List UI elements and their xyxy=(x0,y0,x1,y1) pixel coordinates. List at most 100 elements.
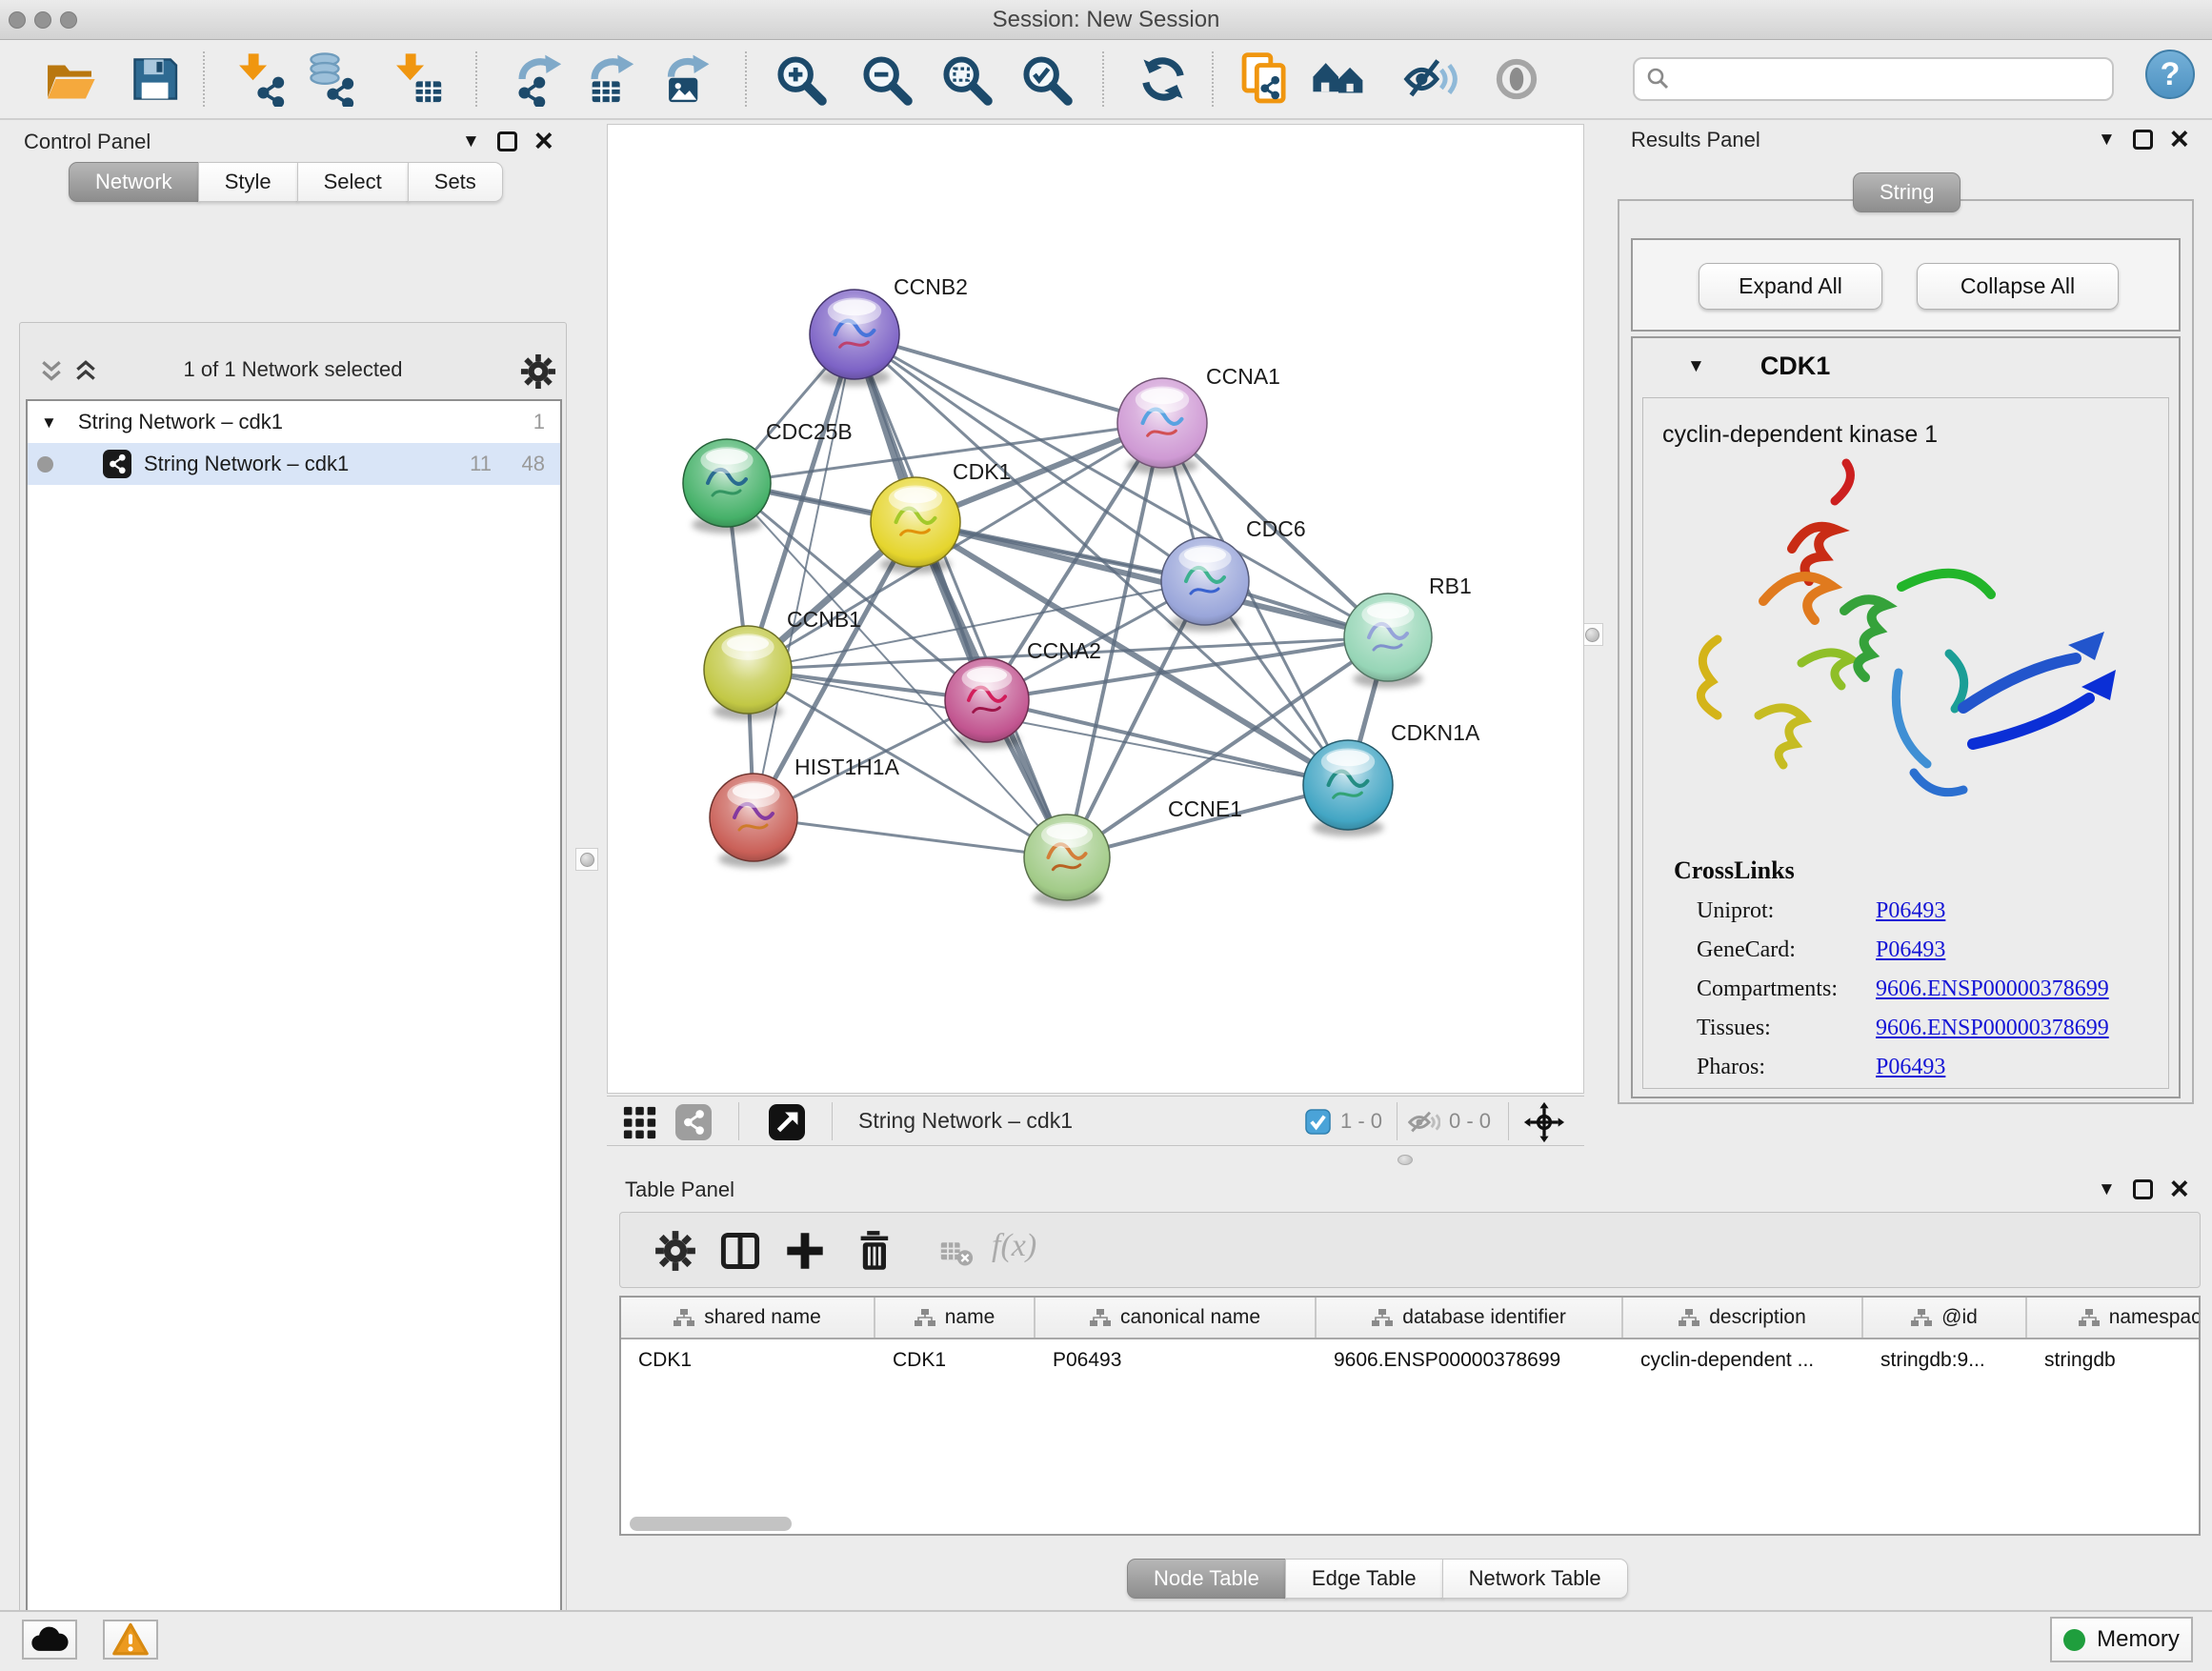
tab-style[interactable]: Style xyxy=(198,162,298,202)
delete-column-icon[interactable] xyxy=(855,1230,896,1272)
gene-section-expander-icon[interactable]: ▼ xyxy=(1687,357,1705,375)
export-network-icon[interactable] xyxy=(511,51,566,107)
hide-unhide-icon[interactable] xyxy=(1403,51,1458,107)
delete-table-icon[interactable] xyxy=(939,1236,974,1270)
control-panel-close-icon[interactable]: × xyxy=(534,130,553,152)
collapse-all-button[interactable]: Collapse All xyxy=(1917,263,2119,310)
crosslink-value-link[interactable]: P06493 xyxy=(1876,937,1945,963)
refresh-layout-icon[interactable] xyxy=(1136,51,1191,107)
node-label-CDK1: CDK1 xyxy=(953,459,1011,484)
results-panel-maximize-icon[interactable] xyxy=(2133,130,2153,150)
memory-status-dot xyxy=(2063,1629,2085,1651)
clone-network-icon[interactable] xyxy=(1238,51,1294,107)
crosslink-row: Compartments:9606.ENSP00000378699 xyxy=(1697,976,2168,1002)
selected-nodes-checkbox-icon[interactable] xyxy=(1305,1109,1331,1135)
toolbar-separator xyxy=(1508,1102,1509,1140)
node-label-CCNE1: CCNE1 xyxy=(1168,796,1242,821)
toolbar-separator xyxy=(475,51,477,107)
tab-network[interactable]: Network xyxy=(69,162,199,202)
node-label-RB1: RB1 xyxy=(1429,574,1472,598)
network-collection-row[interactable]: ▼ String Network – cdk1 1 xyxy=(28,401,560,443)
results-panel-close-icon[interactable]: × xyxy=(2170,128,2189,151)
network-row-selected[interactable]: String Network – cdk1 11 48 xyxy=(28,443,560,485)
open-in-window-icon[interactable] xyxy=(769,1104,805,1140)
table-horizontal-scrollbar[interactable] xyxy=(630,1517,792,1531)
control-panel-maximize-icon[interactable] xyxy=(497,131,517,151)
network-label: String Network – cdk1 xyxy=(144,452,349,476)
column-header-database-identifier[interactable]: database identifier xyxy=(1317,1298,1623,1338)
table-row[interactable]: CDK1CDK1P064939606.ENSP00000378699cyclin… xyxy=(621,1339,2199,1381)
help-button[interactable]: ? xyxy=(2145,50,2195,99)
table-options-gear-icon[interactable] xyxy=(654,1230,696,1272)
pan-mode-crosshair-icon[interactable] xyxy=(1523,1101,1565,1143)
hidden-elements-eye-icon[interactable] xyxy=(1408,1108,1440,1137)
column-header--id[interactable]: @id xyxy=(1863,1298,2027,1338)
gene-section-header[interactable]: ▼ CDK1 xyxy=(1633,338,2179,393)
table-cell: CDK1 xyxy=(875,1339,1036,1381)
toolbar-separator xyxy=(832,1102,833,1140)
table-panel-maximize-icon[interactable] xyxy=(2133,1179,2153,1199)
table-panel-float-icon[interactable]: ▼ xyxy=(2098,1180,2116,1198)
node-label-CCNA1: CCNA1 xyxy=(1206,364,1280,389)
import-table-icon[interactable] xyxy=(391,51,446,107)
network-edge-CCNA2-CDKN1A[interactable] xyxy=(987,700,1348,785)
search-input[interactable] xyxy=(1671,67,2081,91)
cloud-status-button[interactable] xyxy=(22,1620,77,1660)
crosslinks-title: CrossLinks xyxy=(1674,856,2168,885)
expand-all-button[interactable]: Expand All xyxy=(1699,263,1882,310)
results-panel-float-icon[interactable]: ▼ xyxy=(2098,131,2116,149)
network-edge-CDK1-RB1[interactable] xyxy=(915,522,1388,637)
tab-network-table[interactable]: Network Table xyxy=(1442,1559,1628,1599)
open-session-icon[interactable] xyxy=(42,51,97,107)
zoom-out-icon[interactable] xyxy=(858,51,914,107)
search-field[interactable] xyxy=(1633,57,2114,101)
horizontal-splitter-handle[interactable] xyxy=(1398,1155,1413,1165)
tab-node-table[interactable]: Node Table xyxy=(1127,1559,1286,1599)
show-graphics-icon[interactable] xyxy=(1489,51,1544,107)
warning-status-button[interactable] xyxy=(103,1620,158,1660)
export-image-icon[interactable] xyxy=(657,51,713,107)
column-header-shared-name[interactable]: shared name xyxy=(621,1298,875,1338)
home-networks-icon[interactable] xyxy=(1311,51,1366,107)
crosslink-value-link[interactable]: 9606.ENSP00000378699 xyxy=(1876,976,2109,1002)
window-title: Session: New Session xyxy=(0,7,2212,33)
crosslink-value-link[interactable]: P06493 xyxy=(1876,1055,1945,1080)
control-panel-tabs: NetworkStyleSelectSets xyxy=(70,162,503,202)
tab-edge-table[interactable]: Edge Table xyxy=(1285,1559,1443,1599)
node-label-CDC6: CDC6 xyxy=(1246,516,1306,541)
network-canvas[interactable]: CCNB2CCNA1CDC25BCDK1CDC6RB1CCNB1CCNA2CDK… xyxy=(607,124,1584,1094)
import-network-database-icon[interactable] xyxy=(303,51,358,107)
control-panel-float-icon[interactable]: ▼ xyxy=(462,132,480,151)
tab-sets[interactable]: Sets xyxy=(408,162,503,202)
crosslink-value-link[interactable]: 9606.ENSP00000378699 xyxy=(1876,1016,2109,1041)
memory-button[interactable]: Memory xyxy=(2050,1617,2193,1662)
left-splitter-handle[interactable] xyxy=(575,848,598,871)
tree-expander-icon[interactable]: ▼ xyxy=(41,413,57,432)
column-header-description[interactable]: description xyxy=(1623,1298,1863,1338)
crosslink-value-link[interactable]: P06493 xyxy=(1876,898,1945,924)
column-type-icon xyxy=(915,1308,935,1327)
tab-string[interactable]: String xyxy=(1853,172,1961,212)
network-share-view-icon[interactable] xyxy=(675,1104,712,1140)
tab-select[interactable]: Select xyxy=(297,162,409,202)
column-header-namespace[interactable]: namespace xyxy=(2027,1298,2201,1338)
zoom-selected-icon[interactable] xyxy=(1018,51,1074,107)
network-edge-HIST1H1A-CCNE1[interactable] xyxy=(754,817,1067,857)
column-header-canonical-name[interactable]: canonical name xyxy=(1036,1298,1317,1338)
table-cell: 9606.ENSP00000378699 xyxy=(1317,1339,1623,1381)
import-network-file-icon[interactable] xyxy=(233,51,289,107)
add-column-icon[interactable] xyxy=(784,1230,826,1272)
results-gene-section: ▼ CDK1 cyclin-dependent kinase 1 xyxy=(1631,336,2181,1098)
export-table-icon[interactable] xyxy=(583,51,638,107)
zoom-fit-icon[interactable] xyxy=(938,51,994,107)
cloud-icon xyxy=(30,1625,69,1654)
zoom-in-icon[interactable] xyxy=(773,51,828,107)
table-panel-close-icon[interactable]: × xyxy=(2170,1178,2189,1200)
column-header-name[interactable]: name xyxy=(875,1298,1036,1338)
grid-view-icon[interactable] xyxy=(622,1104,658,1140)
save-session-icon[interactable] xyxy=(127,51,182,107)
network-edge-CCNB2-CCNA1[interactable] xyxy=(855,334,1162,423)
show-columns-icon[interactable] xyxy=(719,1230,761,1272)
function-builder-icon[interactable]: f(x) xyxy=(992,1228,1036,1264)
network-options-gear-icon[interactable] xyxy=(520,353,556,390)
